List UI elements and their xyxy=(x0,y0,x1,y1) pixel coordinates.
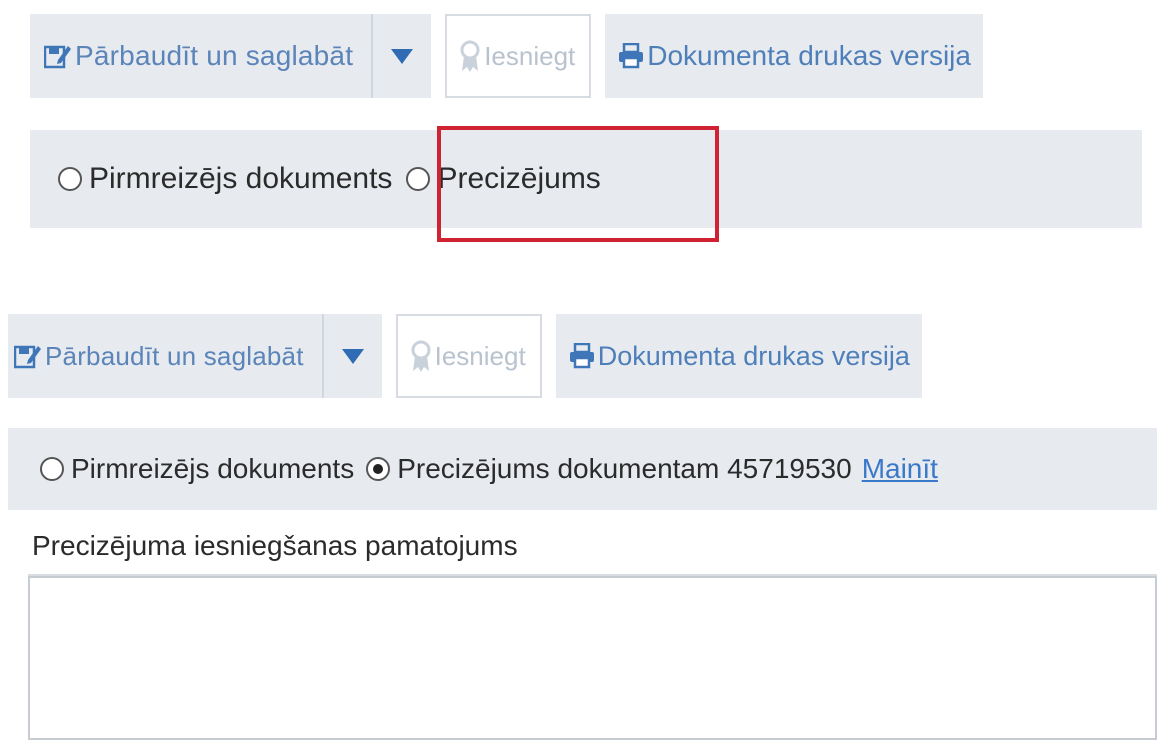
print-version-label: Dokumenta drukas versija xyxy=(597,340,910,371)
radio-label: Pirmreizējs dokuments xyxy=(71,453,355,484)
chevron-down-icon xyxy=(391,48,414,64)
submit-button-label: Iesniegt xyxy=(434,340,526,371)
printer-icon xyxy=(619,43,644,69)
document-type-radio-group-bottom: Pirmreizējs dokuments Precizējums dokume… xyxy=(8,428,1157,510)
justification-textarea[interactable] xyxy=(28,576,1157,740)
print-version-button[interactable]: Dokumenta drukas versija xyxy=(555,314,922,398)
radio-option-initial-document[interactable]: Pirmreizējs dokuments xyxy=(58,162,392,196)
toolbar-top: Pārbaudīt un saglabāt Iesniegt Dokumenta… xyxy=(30,14,983,98)
change-document-link[interactable]: Mainīt xyxy=(862,453,938,485)
submit-button[interactable]: Iesniegt xyxy=(445,14,592,98)
save-options-dropdown[interactable] xyxy=(323,314,382,398)
radio-option-correction[interactable]: Precizējums xyxy=(406,162,601,196)
radio-label: Pirmreizējs dokuments xyxy=(89,162,393,195)
radio-button[interactable] xyxy=(58,167,82,191)
radio-option-initial-document[interactable]: Pirmreizējs dokuments xyxy=(40,453,354,485)
radio-button[interactable] xyxy=(406,167,431,191)
save-button[interactable]: Pārbaudīt un saglabāt xyxy=(8,314,322,398)
print-version-label: Dokumenta drukas versija xyxy=(647,40,971,71)
award-icon xyxy=(460,40,480,72)
submit-button-label: Iesniegt xyxy=(484,40,576,71)
radio-label: Precizējums dokumentam 45719530 xyxy=(397,453,852,484)
radio-label: Precizējums xyxy=(437,162,601,195)
radio-button[interactable] xyxy=(40,457,64,481)
award-icon xyxy=(411,340,431,372)
save-options-dropdown[interactable] xyxy=(373,14,432,98)
toolbar-bottom: Pārbaudīt un saglabāt Iesniegt Dokumenta… xyxy=(8,314,922,398)
radio-option-correction[interactable]: Precizējums dokumentam 45719530 xyxy=(366,453,852,485)
save-edit-icon xyxy=(44,45,71,69)
save-edit-icon xyxy=(14,345,41,369)
printer-icon xyxy=(569,343,594,369)
save-button-label: Pārbaudīt un saglabāt xyxy=(45,340,304,371)
radio-button-selected[interactable] xyxy=(366,457,391,481)
save-button[interactable]: Pārbaudīt un saglabāt xyxy=(30,14,372,98)
submit-button[interactable]: Iesniegt xyxy=(395,314,542,398)
chevron-down-icon xyxy=(341,348,364,364)
justification-label: Precizējuma iesniegšanas pamatojums xyxy=(32,530,518,561)
document-type-radio-group-top: Pirmreizējs dokuments Precizējums xyxy=(30,130,1142,228)
print-version-button[interactable]: Dokumenta drukas versija xyxy=(605,14,983,98)
save-button-label: Pārbaudīt un saglabāt xyxy=(75,40,354,71)
